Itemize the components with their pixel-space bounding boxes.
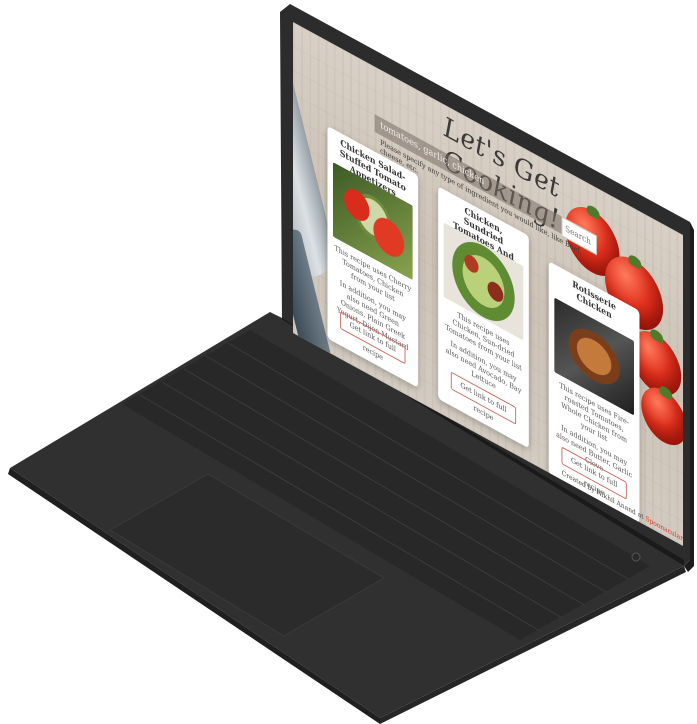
power-button[interactable]	[631, 552, 641, 562]
